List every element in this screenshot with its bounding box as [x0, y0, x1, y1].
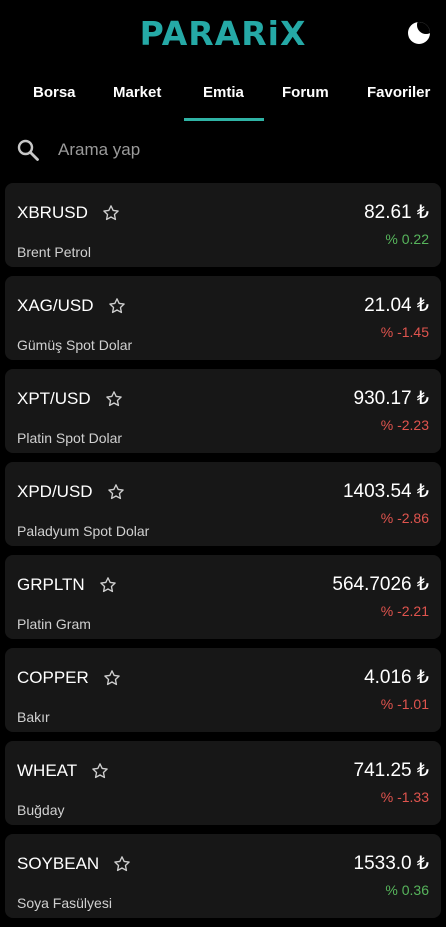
change-percent: % 0.36 — [385, 882, 429, 898]
list-item[interactable]: XPD/USD Paladyum Spot Dolar 1403.54 ₺ % -2.… — [5, 462, 441, 546]
star-icon[interactable] — [107, 483, 125, 501]
symbol-row: XAG/USD — [17, 296, 126, 316]
symbol-row: GRPLTN — [17, 575, 117, 595]
commodity-name: Platin Spot Dolar — [17, 430, 123, 446]
price: 930.17 ₺ — [353, 388, 429, 409]
change-percent: % 0.22 — [385, 231, 429, 247]
symbol-row: WHEAT — [17, 761, 109, 781]
list-item[interactable]: WHEAT Buğday 741.25 ₺ % -1.33 — [5, 741, 441, 825]
list-item[interactable]: XAG/USD Gümüş Spot Dolar 21.04 ₺ % -1.45 — [5, 276, 441, 360]
symbol-row: SOYBEAN — [17, 854, 131, 874]
commodity-name: Paladyum Spot Dolar — [17, 523, 150, 539]
commodity-name: Gümüş Spot Dolar — [17, 337, 133, 353]
symbol: XPT/USD — [17, 389, 91, 408]
commodity-name: Buğday — [17, 802, 65, 818]
search-bar — [0, 128, 446, 172]
price: 1403.54 ₺ — [342, 481, 429, 502]
tab-emtia[interactable]: Emtia — [203, 84, 244, 101]
symbol: COPPER — [17, 668, 89, 687]
symbol-row: COPPER — [17, 668, 121, 688]
commodity-name: Brent Petrol — [17, 244, 91, 260]
symbol: WHEAT — [17, 761, 78, 780]
list-item[interactable]: SOYBEAN Soya Fasülyesi 1533.0 ₺ % 0.36 — [5, 834, 441, 918]
change-percent: % -2.86 — [380, 510, 429, 526]
change-percent: % -1.01 — [380, 696, 429, 712]
price: 741.25 ₺ — [353, 760, 429, 781]
price: 564.7026 ₺ — [332, 574, 429, 595]
tab-market[interactable]: Market — [113, 84, 161, 101]
change-percent: % -1.45 — [380, 324, 429, 340]
symbol-row: XBRUSD — [17, 203, 120, 223]
star-icon[interactable] — [108, 297, 126, 315]
price: 21.04 ₺ — [364, 295, 429, 316]
symbol: XAG/USD — [17, 296, 94, 315]
star-icon[interactable] — [113, 855, 131, 873]
commodity-name: Bakır — [17, 709, 50, 725]
list-item[interactable]: XPT/USD Platin Spot Dolar 930.17 ₺ % -2.23 — [5, 369, 441, 453]
star-icon[interactable] — [105, 390, 123, 408]
change-percent: % -2.23 — [380, 417, 429, 433]
category-tabs: Borsa Market Emtia Forum Favoriler — [0, 68, 446, 122]
search-input[interactable] — [56, 134, 420, 166]
star-icon[interactable] — [102, 204, 120, 222]
price: 82.61 ₺ — [364, 202, 429, 223]
tab-borsa[interactable]: Borsa — [33, 84, 76, 101]
price: 1533.0 ₺ — [353, 853, 429, 874]
change-percent: % -2.21 — [380, 603, 429, 619]
list-item[interactable]: GRPLTN Platin Gram 564.7026 ₺ % -2.21 — [5, 555, 441, 639]
symbol: SOYBEAN — [17, 854, 100, 873]
symbol: XPD/USD — [17, 482, 93, 501]
star-icon[interactable] — [99, 576, 117, 594]
commodity-name: Soya Fasülyesi — [17, 895, 112, 911]
commodity-name: Platin Gram — [17, 616, 91, 632]
symbol: GRPLTN — [17, 575, 85, 594]
star-icon[interactable] — [91, 762, 109, 780]
symbol-row: XPT/USD — [17, 389, 123, 409]
tab-favoriler[interactable]: Favoriler — [367, 84, 430, 101]
commodity-list: XBRUSD Brent Petrol 82.61 ₺ % 0.22 XAG/USD Gü… — [5, 183, 441, 927]
change-percent: % -1.33 — [380, 789, 429, 805]
moon-icon[interactable] — [408, 22, 430, 44]
list-item[interactable]: COPPER Bakır 4.016 ₺ % -1.01 — [5, 648, 441, 732]
app-header: PARARiX — [0, 0, 446, 68]
list-item[interactable]: XBRUSD Brent Petrol 82.61 ₺ % 0.22 — [5, 183, 441, 267]
symbol-row: XPD/USD — [17, 482, 125, 502]
app-logo: PARARiX — [139, 14, 307, 53]
active-tab-indicator — [184, 118, 264, 121]
symbol: XBRUSD — [17, 203, 88, 222]
star-icon[interactable] — [103, 669, 121, 687]
tab-forum[interactable]: Forum — [282, 84, 329, 101]
price: 4.016 ₺ — [364, 667, 429, 688]
search-icon[interactable] — [16, 138, 40, 162]
